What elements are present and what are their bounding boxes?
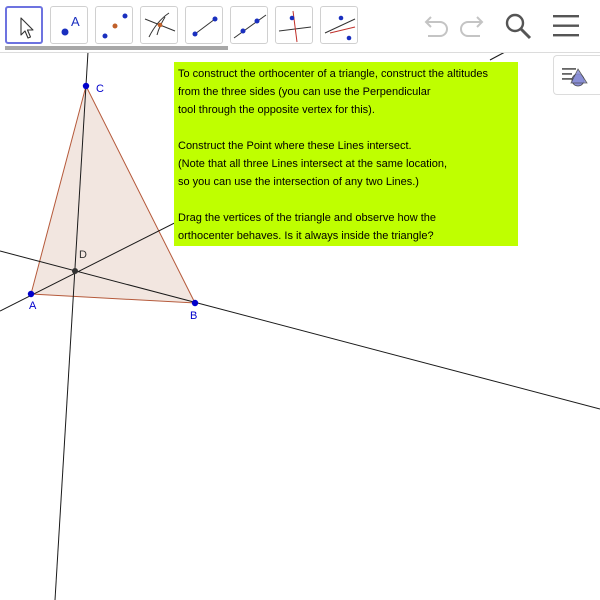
header-divider xyxy=(0,52,600,53)
angle-bisector-icon xyxy=(324,15,356,41)
altitude-line-from-a-extension[interactable] xyxy=(489,51,506,61)
tool-point[interactable]: A xyxy=(50,6,88,44)
tool-segment[interactable] xyxy=(185,6,223,44)
instructions-paragraph-3: Drag the vertices of the triangle and ob… xyxy=(178,212,437,242)
tool-line[interactable] xyxy=(230,6,268,44)
point-icon: A xyxy=(61,14,80,36)
point-a-label: A xyxy=(29,300,37,312)
triangle-abc[interactable] xyxy=(30,84,196,304)
segment-icon xyxy=(192,16,218,37)
search-button[interactable] xyxy=(500,8,536,44)
point-c-label: C xyxy=(96,83,104,95)
algebra-view-toggle[interactable] xyxy=(553,55,600,95)
line-icon xyxy=(233,14,267,39)
search-icon xyxy=(505,13,532,40)
instructions-text-box[interactable]: To construct the orthocenter of a triang… xyxy=(174,62,518,246)
point-b[interactable] xyxy=(191,299,199,307)
tool-intersect[interactable] xyxy=(95,6,133,44)
altitude-line-from-c[interactable] xyxy=(54,51,89,600)
tool-move[interactable] xyxy=(5,6,43,44)
toolbar-scroll-indicator xyxy=(5,46,228,50)
instructions-paragraph-1: To construct the orthocenter of a triang… xyxy=(178,68,489,116)
redo-icon xyxy=(460,16,484,37)
move-cursor-icon xyxy=(20,17,34,39)
instructions-paragraph-2: Construct the Point where these Lines in… xyxy=(178,140,448,188)
tool-perpendicular-bisector[interactable] xyxy=(275,6,313,44)
main-menu-button[interactable] xyxy=(548,8,584,44)
toolbar: A xyxy=(0,0,600,52)
point-b-label: B xyxy=(190,310,197,322)
altitude-line-from-b[interactable] xyxy=(0,250,600,410)
tool-angle-bisector[interactable] xyxy=(320,6,358,44)
point-tool-letter: A xyxy=(71,14,80,29)
undo-icon xyxy=(424,16,448,37)
algebra-view-icon xyxy=(562,68,588,87)
menu-icon xyxy=(553,15,579,37)
point-c[interactable] xyxy=(82,82,90,90)
undo-button[interactable] xyxy=(418,8,454,44)
point-a[interactable] xyxy=(27,290,35,298)
redo-button[interactable] xyxy=(454,8,490,44)
tool-perpendicular-line[interactable] xyxy=(140,6,178,44)
perpendicular-line-icon xyxy=(144,12,176,38)
point-d-label: D xyxy=(79,249,87,261)
point-d-orthocenter[interactable] xyxy=(72,268,78,274)
intersect-icon xyxy=(102,13,128,39)
perpendicular-bisector-icon xyxy=(278,10,312,43)
